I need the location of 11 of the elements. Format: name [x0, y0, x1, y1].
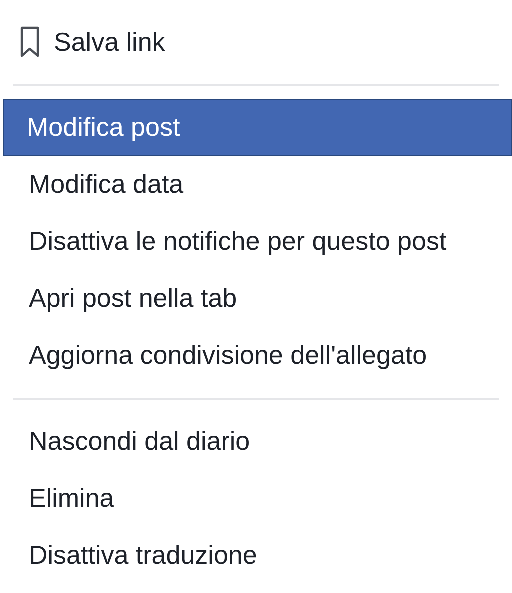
- bookmark-icon: [20, 26, 40, 58]
- menu-item[interactable]: Aggiorna condivisione dell'allegato: [3, 327, 512, 384]
- menu-item[interactable]: Modifica post: [3, 99, 512, 156]
- menu-item[interactable]: Salva link: [0, 14, 512, 70]
- menu-item[interactable]: Elimina: [3, 470, 512, 527]
- menu-item[interactable]: Nascondi dal diario: [3, 413, 512, 470]
- menu-item[interactable]: Disattiva le notifiche per questo post: [3, 213, 512, 270]
- menu-item[interactable]: Modifica data: [3, 156, 512, 213]
- menu-item[interactable]: Apri post nella tab: [3, 270, 512, 327]
- menu-item[interactable]: Disattiva traduzione: [3, 527, 512, 584]
- menu-item-label: Salva link: [54, 26, 166, 58]
